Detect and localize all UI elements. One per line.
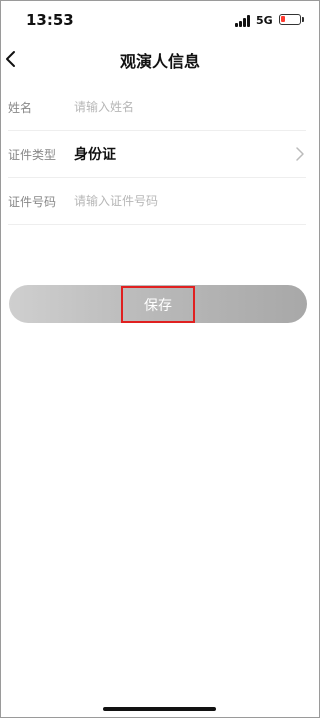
signal-icon xyxy=(235,15,253,27)
battery-level xyxy=(281,16,285,22)
name-row: 姓名 xyxy=(8,84,306,131)
home-indicator xyxy=(103,707,216,711)
chevron-right-icon xyxy=(296,147,304,161)
battery-icon xyxy=(279,14,301,25)
network-type: 5G xyxy=(256,14,273,27)
save-button[interactable]: 保存 xyxy=(9,285,307,323)
page-title: 观演人信息 xyxy=(119,52,200,71)
viewer-info-form: 姓名 证件类型 身份证 证件号码 xyxy=(0,84,320,225)
id-number-row: 证件号码 xyxy=(8,178,306,225)
id-type-value: 身份证 xyxy=(74,147,116,163)
id-number-input[interactable] xyxy=(74,189,274,213)
id-number-label: 证件号码 xyxy=(8,195,57,209)
status-bar: 13:53 5G xyxy=(0,0,320,44)
save-button-label: 保存 xyxy=(144,298,172,314)
name-label: 姓名 xyxy=(8,101,33,115)
battery-cap xyxy=(302,17,304,22)
name-input[interactable] xyxy=(74,95,274,119)
nav-bar: 观演人信息 xyxy=(0,44,320,76)
status-time: 13:53 xyxy=(26,11,74,29)
id-type-row[interactable]: 证件类型 身份证 xyxy=(8,131,306,178)
id-type-label: 证件类型 xyxy=(8,148,57,162)
